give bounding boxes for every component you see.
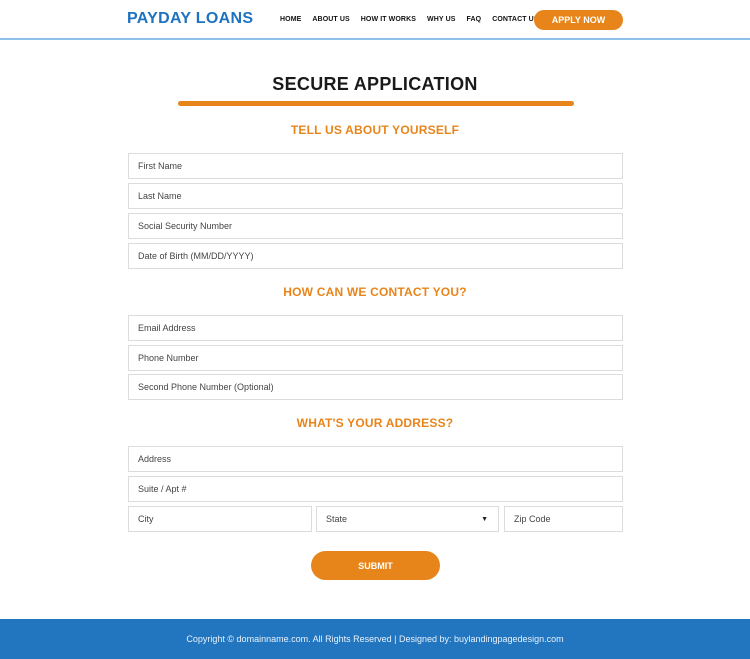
nav-why-us[interactable]: WHY US [427, 16, 455, 23]
dob-field[interactable]: Date of Birth (MM/DD/YYYY) [128, 243, 623, 269]
nav-faq[interactable]: FAQ [467, 16, 482, 23]
phone-field[interactable]: Phone Number [128, 345, 623, 371]
nav-how-it-works[interactable]: HOW IT WORKS [361, 16, 416, 23]
apply-now-button[interactable]: APPLY NOW [534, 10, 623, 30]
nav-home[interactable]: HOME [280, 16, 301, 23]
site-footer: Copyright © domainname.com. All Rights R… [0, 619, 750, 659]
last-name-field[interactable]: Last Name [128, 183, 623, 209]
site-header: PAYDAY LOANS HOME ABOUT US HOW IT WORKS … [0, 0, 750, 40]
submit-button[interactable]: SUBMIT [311, 551, 440, 580]
main-nav: HOME ABOUT US HOW IT WORKS WHY US FAQ CO… [280, 16, 550, 23]
ssn-field[interactable]: Social Security Number [128, 213, 623, 239]
address-field[interactable]: Address [128, 446, 623, 472]
footer-copyright: Copyright © domainname.com. All Rights R… [186, 634, 564, 644]
zip-code-field[interactable]: Zip Code [504, 506, 623, 532]
section-heading-contact: HOW CAN WE CONTACT YOU? [283, 285, 467, 299]
title-underline [178, 101, 574, 106]
suite-apt-field[interactable]: Suite / Apt # [128, 476, 623, 502]
page-title: SECURE APPLICATION [272, 74, 478, 94]
logo[interactable]: PAYDAY LOANS [127, 10, 253, 28]
caret-down-icon: ▼ [481, 515, 488, 523]
nav-about-us[interactable]: ABOUT US [312, 16, 349, 23]
second-phone-field[interactable]: Second Phone Number (Optional) [128, 374, 623, 400]
email-field[interactable]: Email Address [128, 315, 623, 341]
state-select[interactable]: State ▼ [316, 506, 499, 532]
section-heading-address: WHAT'S YOUR ADDRESS? [296, 416, 454, 430]
first-name-field[interactable]: First Name [128, 153, 623, 179]
section-heading-about: TELL US ABOUT YOURSELF [290, 123, 460, 137]
state-select-value: State [326, 514, 348, 524]
city-field[interactable]: City [128, 506, 312, 532]
nav-contact-us[interactable]: CONTACT US [492, 16, 538, 23]
